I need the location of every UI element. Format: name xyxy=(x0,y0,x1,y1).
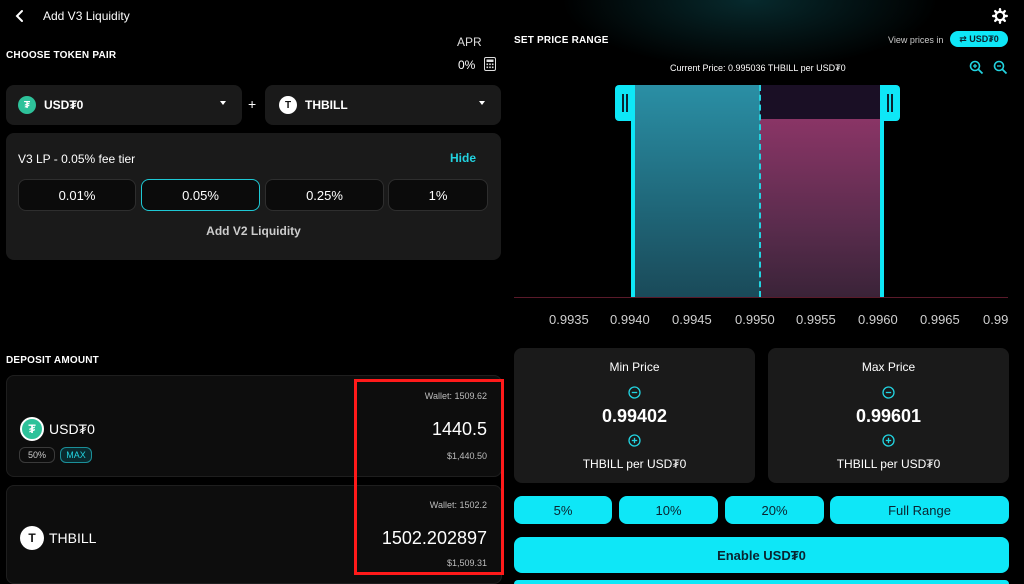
max-price-panel: Max Price 0.99601 THBILL per USD₮0 xyxy=(768,348,1009,483)
axis-tick: 0.99 xyxy=(983,312,1008,327)
fee-option-0.05[interactable]: 0.05% xyxy=(141,179,260,211)
zoom-out-icon[interactable] xyxy=(993,60,1008,75)
axis-tick: 0.9955 xyxy=(796,312,836,327)
axis-tick: 0.9965 xyxy=(920,312,960,327)
gear-icon[interactable] xyxy=(992,8,1008,24)
axis-tick: 0.9940 xyxy=(610,312,650,327)
handle-grip-icon xyxy=(622,94,628,112)
apr-label: APR xyxy=(457,35,482,49)
max-price-label: Max Price xyxy=(861,360,916,374)
fee-option-1[interactable]: 1% xyxy=(388,179,488,211)
next-button-edge xyxy=(514,580,1009,584)
current-price: Current Price: 0.995036 THBILL per USD₮0 xyxy=(670,63,846,73)
axis-tick: 0.9945 xyxy=(672,312,712,327)
zoom-in-icon[interactable] xyxy=(969,60,984,75)
apr-value: 0% xyxy=(458,58,476,72)
increase-min-icon[interactable] xyxy=(628,434,641,447)
set-price-range-title: SET PRICE RANGE xyxy=(514,35,609,46)
min-range-handle[interactable] xyxy=(615,85,635,121)
enable-usdt0-button[interactable]: Enable USD₮0 xyxy=(514,537,1009,573)
usdt0-token-icon: ₮ xyxy=(18,96,36,114)
min-price-unit: THBILL per USD₮0 xyxy=(582,457,687,471)
max-button[interactable]: MAX xyxy=(60,447,92,463)
price-range-chart xyxy=(514,85,1008,300)
axis-tick: 0.9935 xyxy=(549,312,589,327)
thbill-token-icon: T xyxy=(20,526,44,550)
highlight-box xyxy=(354,379,504,575)
fee-tier-label: V3 LP - 0.05% fee tier xyxy=(18,152,136,166)
add-v2-liquidity-link[interactable]: Add V2 Liquidity xyxy=(6,224,501,238)
max-range-handle[interactable] xyxy=(880,85,900,121)
token-a-label: USD₮0 xyxy=(44,98,84,112)
current-price-line xyxy=(759,85,761,297)
handle-grip-icon xyxy=(887,94,893,112)
plus-sign: + xyxy=(248,96,257,112)
decrease-max-icon[interactable] xyxy=(882,386,895,399)
min-price-value[interactable]: 0.99402 xyxy=(514,406,755,427)
background-glow xyxy=(560,0,940,70)
page-title: Add V3 Liquidity xyxy=(43,9,130,23)
choose-token-pair-title: CHOOSE TOKEN PAIR xyxy=(6,50,117,61)
token-a-select[interactable]: ₮ USD₮0 xyxy=(6,85,242,125)
fee-option-0.25[interactable]: 0.25% xyxy=(265,179,384,211)
chart-baseline xyxy=(514,297,1008,298)
usdt0-token-icon: ₮ xyxy=(20,417,44,441)
back-icon[interactable] xyxy=(12,8,28,24)
token-b-select[interactable]: T THBILL xyxy=(265,85,501,125)
hide-link[interactable]: Hide xyxy=(450,151,476,165)
deposit-token-a-name: USD₮0 xyxy=(49,421,95,437)
range-above-current-top xyxy=(760,85,882,119)
deposit-amount-title: DEPOSIT AMOUNT xyxy=(6,355,99,366)
deposit-token-b-name: THBILL xyxy=(49,530,97,546)
range-above-current xyxy=(760,119,882,297)
half-button[interactable]: 50% xyxy=(19,447,55,463)
range-5-button[interactable]: 5% xyxy=(514,496,612,524)
range-below-current xyxy=(635,85,760,297)
max-price-unit: THBILL per USD₮0 xyxy=(836,457,941,471)
token-b-label: THBILL xyxy=(305,98,348,112)
min-price-label: Min Price xyxy=(609,360,660,374)
range-10-button[interactable]: 10% xyxy=(619,496,718,524)
increase-max-icon[interactable] xyxy=(882,434,895,447)
range-20-button[interactable]: 20% xyxy=(725,496,824,524)
fee-tier-panel: V3 LP - 0.05% fee tier Hide 0.01% 0.05% … xyxy=(6,133,501,260)
decrease-min-icon[interactable] xyxy=(628,386,641,399)
max-price-value[interactable]: 0.99601 xyxy=(768,406,1009,427)
calculator-icon[interactable] xyxy=(484,57,496,71)
thbill-token-icon: T xyxy=(279,96,297,114)
price-axis: 0.9935 0.9940 0.9945 0.9950 0.9955 0.996… xyxy=(514,312,1008,330)
chevron-down-icon xyxy=(479,101,485,105)
fee-option-0.01[interactable]: 0.01% xyxy=(18,179,136,211)
chevron-down-icon xyxy=(220,101,226,105)
axis-tick: 0.9960 xyxy=(858,312,898,327)
min-price-panel: Min Price 0.99402 THBILL per USD₮0 xyxy=(514,348,755,483)
full-range-button[interactable]: Full Range xyxy=(830,496,1009,524)
axis-tick: 0.9950 xyxy=(735,312,775,327)
view-token-toggle[interactable]: ⇄ USD₮0 xyxy=(950,31,1008,47)
view-prices-label: View prices in xyxy=(888,35,944,45)
